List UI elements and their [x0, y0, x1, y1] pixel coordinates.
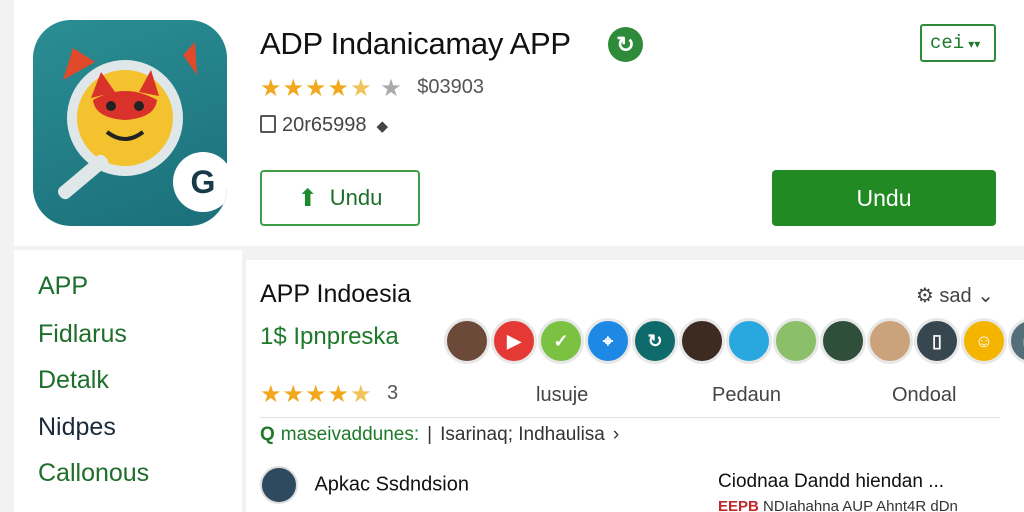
- meta-right: Isarinaq; Indhaulisa: [440, 424, 605, 445]
- column-label-2: Pedaun: [712, 384, 781, 406]
- star-rating-icon: ★★★★★: [260, 381, 373, 408]
- main-panel: APP Indoesia ⚙ sad ⌄ 1$ Ipnpreska ▶ ✓ ⌖ ↻ ▯ ☺…: [246, 260, 1024, 512]
- column-label-1: lusuje: [536, 384, 589, 406]
- download-primary-button[interactable]: Undu: [772, 170, 996, 226]
- download-outline-button[interactable]: ⬆ Undu: [260, 170, 420, 226]
- rating-count: $03903: [417, 76, 484, 98]
- related-badge: EEPB: [718, 498, 759, 512]
- rating-number: 3: [387, 382, 399, 404]
- avatar-person-5[interactable]: [820, 318, 866, 364]
- chevron-down-icon: ⌄: [977, 285, 994, 307]
- star-rating-icon: ★★★★★ ★: [260, 75, 403, 102]
- sync-icon[interactable]: ↻: [632, 318, 678, 364]
- section-rating: ★★★★★ 3: [260, 380, 398, 409]
- download-primary-label: Undu: [856, 184, 912, 211]
- tag-icon: ◆: [376, 118, 389, 135]
- developer-row[interactable]: Apkac Ssdndsion: [260, 466, 469, 506]
- phone-icon[interactable]: ▯: [914, 318, 960, 364]
- app-title: ADP Indanicamay APP: [260, 26, 571, 61]
- size-row: 20r65998 ◆: [260, 114, 388, 137]
- chevron-right-icon: ›: [612, 424, 620, 445]
- youtube-icon[interactable]: ▶: [491, 318, 537, 364]
- size-text: 20r65998: [282, 114, 367, 136]
- sidebar-item-callonous[interactable]: Callonous: [38, 459, 149, 488]
- emoji-icon[interactable]: ☺: [961, 318, 1007, 364]
- verified-badge-icon: ↻: [608, 27, 643, 62]
- avatar-person-4[interactable]: [773, 318, 819, 364]
- search-icon: Q: [260, 424, 275, 445]
- avatar-person-6[interactable]: [867, 318, 913, 364]
- avatar-person-3[interactable]: [726, 318, 772, 364]
- column-label-3: Ondoal: [892, 384, 957, 406]
- meta-row[interactable]: Qmaseivaddunes: | Isarinaq; Indhaulisa ›: [260, 424, 627, 446]
- download-outline-label: Undu: [329, 185, 383, 210]
- section-title: APP Indoesia: [260, 280, 412, 308]
- language-select[interactable]: cei ▾▾: [920, 24, 996, 62]
- language-select-value: cei: [930, 32, 965, 54]
- rating-row: ★★★★★ ★ $03903: [260, 74, 484, 104]
- avatar-person-2[interactable]: [679, 318, 725, 364]
- related-title[interactable]: Ciodnaa Dandd hiendan ...: [718, 471, 944, 493]
- divider: [260, 417, 1000, 418]
- svg-text:G: G: [191, 164, 216, 200]
- meta-left: maseivaddunes:: [280, 424, 420, 445]
- related-subtitle-text: NDIahahna AUP Ahnt4R dDn: [763, 498, 958, 512]
- chevron-down-icon: ▾▾: [968, 38, 981, 52]
- sidebar-item-nidpes[interactable]: Nidpes: [38, 413, 116, 442]
- sidebar-item-app[interactable]: APP: [38, 272, 88, 301]
- file-icon: [260, 115, 276, 133]
- chat-icon[interactable]: ✓: [538, 318, 584, 364]
- compass-icon[interactable]: ⌖: [585, 318, 631, 364]
- arrow-up-icon: ⬆: [297, 184, 318, 212]
- sort-control[interactable]: ⚙ sad ⌄: [916, 283, 994, 308]
- avatar-strip: ▶✓⌖↻ ▯☺▭: [444, 318, 1024, 370]
- sidebar-item-detalk[interactable]: Detalk: [38, 366, 109, 395]
- related-subtitle: EEPB NDIahahna AUP Ahnt4R dDn: [718, 498, 958, 512]
- sidebar: APP Fidlarus Detalk Nidpes Callonous: [14, 250, 242, 512]
- developer-name: Apkac Ssdndsion: [314, 473, 469, 496]
- settings-icon: ⚙: [915, 285, 934, 307]
- developer-avatar: [260, 466, 298, 504]
- section-subtitle: 1$ Ipnpreska: [260, 323, 399, 350]
- app-icon: G: [33, 20, 227, 226]
- magnifier-devil-icon: G: [57, 42, 227, 212]
- device-icon[interactable]: ▭: [1008, 318, 1024, 364]
- sort-label: sad: [939, 285, 972, 307]
- avatar-person-1[interactable]: [444, 318, 490, 364]
- sidebar-item-fidlarus[interactable]: Fidlarus: [38, 320, 127, 349]
